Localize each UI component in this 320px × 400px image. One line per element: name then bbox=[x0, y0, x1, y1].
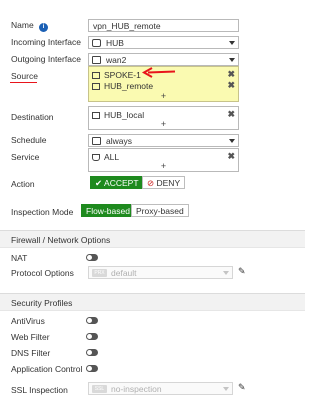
info-icon: i bbox=[39, 23, 49, 32]
antivirus-toggle[interactable] bbox=[86, 317, 98, 324]
source-annotation-underline bbox=[10, 82, 37, 83]
add-icon[interactable]: + bbox=[161, 91, 166, 101]
schedule-select[interactable]: always bbox=[88, 134, 239, 147]
address-group-icon bbox=[92, 83, 100, 90]
remove-icon[interactable]: ✖ bbox=[227, 151, 235, 162]
vpn-tunnel-icon bbox=[92, 39, 101, 47]
antivirus-label: AntiVirus bbox=[11, 316, 45, 326]
edit-icon[interactable]: ✎ bbox=[238, 266, 246, 277]
remove-icon[interactable]: ✖ bbox=[227, 69, 235, 80]
web-filter-toggle[interactable] bbox=[86, 333, 98, 340]
destination-label: Destination bbox=[11, 112, 54, 122]
name-input[interactable]: vpn_HUB_remote bbox=[88, 19, 239, 32]
application-control-label: Application Control bbox=[11, 364, 83, 374]
service-icon bbox=[92, 154, 100, 161]
port-icon bbox=[92, 56, 101, 64]
chevron-down-icon bbox=[229, 41, 235, 45]
firewall-section-header: Firewall / Network Options bbox=[0, 230, 305, 248]
chevron-down-icon bbox=[223, 387, 229, 391]
accept-button[interactable]: ✔ ACCEPT bbox=[90, 176, 144, 189]
ssl-inspection-select[interactable]: SSL no-inspection bbox=[88, 382, 233, 395]
calendar-icon bbox=[92, 137, 101, 145]
destination-item[interactable]: HUB_local bbox=[92, 110, 144, 121]
incoming-interface-select[interactable]: HUB bbox=[88, 36, 239, 49]
source-label: Source bbox=[11, 71, 38, 81]
chevron-down-icon bbox=[229, 58, 235, 62]
name-label: Name i bbox=[11, 20, 49, 32]
nat-label: NAT bbox=[11, 253, 28, 263]
schedule-label: Schedule bbox=[11, 135, 47, 145]
edit-icon[interactable]: ✎ bbox=[238, 382, 246, 393]
ssl-inspection-label: SSL Inspection bbox=[11, 385, 68, 395]
annotation-arrow-icon bbox=[141, 67, 176, 78]
add-icon[interactable]: + bbox=[161, 161, 166, 171]
chevron-down-icon bbox=[223, 271, 229, 275]
proxy-badge: PRX bbox=[92, 269, 107, 277]
ssl-badge: SSL bbox=[92, 385, 107, 393]
remove-icon[interactable]: ✖ bbox=[227, 80, 235, 91]
source-item[interactable]: HUB_remote bbox=[92, 81, 153, 92]
address-icon bbox=[92, 112, 100, 119]
source-item[interactable]: SPOKE-1 bbox=[92, 70, 141, 81]
protocol-options-select[interactable]: PRX default bbox=[88, 266, 233, 279]
outgoing-interface-select[interactable]: wan2 bbox=[88, 53, 239, 66]
action-label: Action bbox=[11, 179, 35, 189]
flow-based-button[interactable]: Flow-based bbox=[81, 204, 135, 217]
dns-filter-toggle[interactable] bbox=[86, 349, 98, 356]
remove-icon[interactable]: ✖ bbox=[227, 109, 235, 120]
service-field[interactable]: ALL ✖ + bbox=[88, 148, 239, 172]
application-control-toggle[interactable] bbox=[86, 365, 98, 372]
dns-filter-label: DNS Filter bbox=[11, 348, 51, 358]
deny-button[interactable]: ⊘ DENY bbox=[142, 176, 186, 189]
nat-toggle[interactable] bbox=[86, 254, 98, 261]
security-section-header: Security Profiles bbox=[0, 293, 305, 311]
chevron-down-icon bbox=[229, 139, 235, 143]
address-icon bbox=[92, 72, 100, 79]
service-item[interactable]: ALL bbox=[92, 152, 119, 163]
destination-field[interactable]: HUB_local ✖ + bbox=[88, 106, 239, 130]
incoming-interface-label: Incoming Interface bbox=[11, 37, 81, 47]
web-filter-label: Web Filter bbox=[11, 332, 50, 342]
check-icon: ✔ bbox=[95, 178, 103, 188]
service-label: Service bbox=[11, 152, 40, 162]
inspection-mode-label: Inspection Mode bbox=[11, 207, 74, 217]
deny-icon: ⊘ bbox=[147, 178, 155, 188]
proxy-based-button[interactable]: Proxy-based bbox=[131, 204, 189, 217]
outgoing-interface-label: Outgoing Interface bbox=[11, 54, 81, 64]
protocol-options-label: Protocol Options bbox=[11, 268, 74, 278]
add-icon[interactable]: + bbox=[161, 119, 166, 129]
